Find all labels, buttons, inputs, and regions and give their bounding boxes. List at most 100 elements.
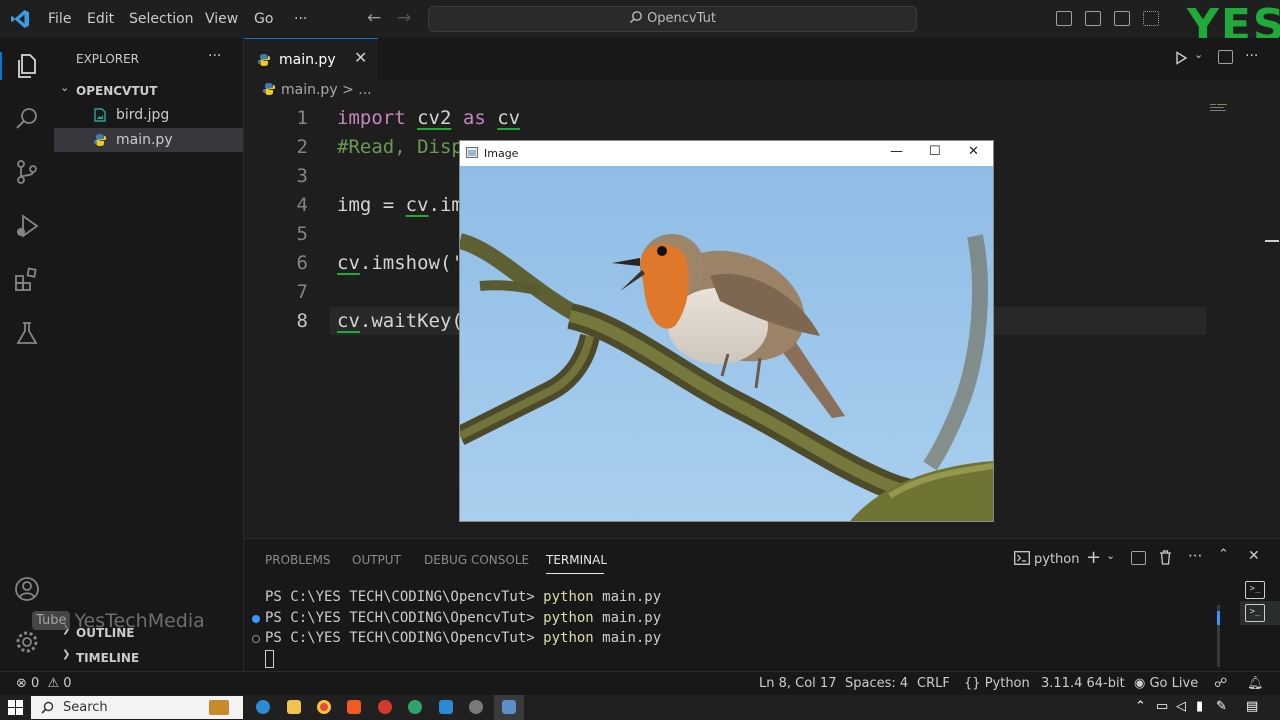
feedback-icon[interactable]: ☍ xyxy=(1214,676,1227,691)
maximize-panel-chevron-up-icon[interactable]: ⌃ xyxy=(1218,547,1229,562)
battery-icon[interactable]: ▮ xyxy=(1196,699,1203,714)
menu-view[interactable]: View xyxy=(205,11,238,27)
tab-debug-console[interactable]: DEBUG CONSOLE xyxy=(424,553,529,567)
search-icon xyxy=(41,701,54,714)
timeline-section[interactable]: ❯ TIMELINE xyxy=(54,647,243,669)
toggle-secondary-sidebar-icon[interactable] xyxy=(1114,11,1130,26)
line-number: 4 xyxy=(296,194,308,216)
menu-go[interactable]: Go xyxy=(254,11,273,27)
red-app-icon[interactable] xyxy=(378,700,392,714)
manage-gear-icon[interactable] xyxy=(13,628,41,656)
terminal-line: PS C:\YES TECH\CODING\OpencvTut> python … xyxy=(265,610,662,626)
file-main-py[interactable]: main.py xyxy=(54,128,243,152)
panel-more-actions-icon[interactable]: ··· xyxy=(1188,547,1202,565)
notification-center-icon[interactable]: ▤ xyxy=(1246,699,1258,714)
split-editor-icon[interactable] xyxy=(1218,50,1233,64)
explorer-more-actions[interactable]: ··· xyxy=(208,48,221,64)
edge-browser-icon[interactable] xyxy=(256,700,270,714)
line-number: 3 xyxy=(296,165,308,187)
tray-chevron-up-icon[interactable]: ⌃ xyxy=(1135,699,1146,714)
menu-edit[interactable]: Edit xyxy=(87,11,114,27)
line-endings[interactable]: CRLF xyxy=(917,676,950,691)
explorer-files-icon[interactable] xyxy=(13,52,41,80)
file-explorer-icon[interactable] xyxy=(287,700,301,714)
taskbar-search-text: Search xyxy=(63,700,108,715)
close-button[interactable]: ✕ xyxy=(968,144,979,159)
language-mode[interactable]: {} Python xyxy=(964,676,1030,691)
close-panel-icon[interactable]: ✕ xyxy=(1248,548,1260,564)
terminal-icon xyxy=(1014,551,1030,565)
command-decoration-success-icon[interactable] xyxy=(252,615,260,623)
editor-more-actions-icon[interactable]: ··· xyxy=(1245,48,1258,64)
file-bird-jpg[interactable]: bird.jpg xyxy=(54,103,243,127)
accounts-icon[interactable] xyxy=(13,575,41,603)
extensions-icon[interactable] xyxy=(13,265,41,293)
kill-terminal-trash-icon[interactable] xyxy=(1159,550,1172,565)
terminal-instance-python-icon[interactable]: >_ xyxy=(1245,604,1265,622)
terminal-name[interactable]: python xyxy=(1034,552,1079,567)
image-window-title: Image xyxy=(484,147,519,160)
notifications-bell-icon[interactable]: 🔔︎ xyxy=(1247,676,1264,691)
terminal-dropdown-chevron-icon[interactable]: ⌄ xyxy=(1106,549,1115,562)
command-center-search[interactable]: OpencvTut xyxy=(428,6,917,32)
opencv-image-window[interactable]: Image — ☐ ✕ xyxy=(459,140,994,522)
code-line-8[interactable]: cv.waitKey( xyxy=(337,310,463,332)
taskbar-search-box[interactable]: Search xyxy=(31,696,243,719)
search-icon[interactable] xyxy=(13,105,41,133)
menu-selection[interactable]: Selection xyxy=(129,11,194,27)
brave-browser-icon[interactable] xyxy=(347,700,361,714)
new-terminal-plus-icon[interactable]: + xyxy=(1086,547,1101,568)
menu-file[interactable]: File xyxy=(48,11,71,27)
run-python-file-icon[interactable] xyxy=(1174,51,1188,65)
back-arrow-icon[interactable]: ← xyxy=(367,8,381,28)
tab-main-py[interactable]: main.py ✕ xyxy=(244,38,378,80)
indentation[interactable]: Spaces: 4 xyxy=(845,676,908,691)
code-line-4[interactable]: img = cv.im xyxy=(337,194,463,216)
vscode-taskbar-icon[interactable] xyxy=(439,700,453,714)
settings-app-icon[interactable] xyxy=(469,700,483,714)
python-app-icon[interactable] xyxy=(502,700,516,714)
image-window-titlebar[interactable]: Image — ☐ ✕ xyxy=(460,141,993,166)
forward-arrow-icon[interactable]: → xyxy=(397,8,411,28)
run-dropdown-chevron-icon[interactable]: ⌄ xyxy=(1194,48,1203,61)
terminal-instance-pwsh-icon[interactable]: >_ xyxy=(1245,581,1265,599)
maximize-button[interactable]: ☐ xyxy=(929,144,941,159)
volume-icon[interactable]: ◁ xyxy=(1176,699,1186,714)
run-debug-icon[interactable] xyxy=(13,212,41,240)
code-line-6[interactable]: cv.imshow(' xyxy=(337,252,463,274)
code-token: as xyxy=(462,107,486,129)
menu-more[interactable]: ··· xyxy=(294,11,307,27)
minimap[interactable] xyxy=(1210,103,1230,113)
customize-layout-icon[interactable] xyxy=(1143,11,1159,26)
tab-label: main.py xyxy=(279,52,336,68)
code-line-2[interactable]: #Read, Disp xyxy=(337,136,463,158)
vscode-logo-icon[interactable] xyxy=(10,9,30,29)
folder-opencvtut[interactable]: ⌄ OPENCVTUT xyxy=(54,80,243,102)
tab-terminal[interactable]: TERMINAL xyxy=(546,553,607,567)
source-control-icon[interactable] xyxy=(13,158,41,186)
testing-flask-icon[interactable] xyxy=(13,319,41,347)
breadcrumb-file[interactable]: main.py xyxy=(281,82,338,98)
tab-output[interactable]: OUTPUT xyxy=(352,553,401,567)
command-decoration-running-icon[interactable] xyxy=(252,635,260,643)
python-interpreter[interactable]: 3.11.4 64-bit xyxy=(1041,676,1125,691)
chrome-browser-icon[interactable] xyxy=(317,700,331,714)
go-live-button[interactable]: ◉ Go Live xyxy=(1134,676,1198,691)
tab-problems[interactable]: PROBLEMS xyxy=(265,553,331,567)
pen-icon[interactable]: ✎ xyxy=(1216,699,1227,714)
split-terminal-icon[interactable] xyxy=(1131,551,1146,565)
windows-start-icon[interactable] xyxy=(8,700,23,715)
cursor-position[interactable]: Ln 8, Col 17 xyxy=(759,676,836,691)
file-name: bird.jpg xyxy=(116,107,170,123)
edge-dev-icon[interactable] xyxy=(408,700,422,714)
breadcrumb-symbol[interactable]: ... xyxy=(358,82,371,98)
problems-status[interactable]: ⊗ 0 ⚠ 0 xyxy=(16,676,72,691)
toggle-panel-icon[interactable] xyxy=(1085,11,1101,26)
tab-close-icon[interactable]: ✕ xyxy=(354,48,367,67)
terminal-scrollbar-thumb[interactable] xyxy=(1217,611,1220,625)
code-line-1[interactable]: import cv2 as cv xyxy=(337,107,520,129)
scrollbar-marker[interactable] xyxy=(1265,240,1279,242)
minimize-button[interactable]: — xyxy=(890,144,903,159)
toggle-primary-sidebar-icon[interactable] xyxy=(1056,11,1072,26)
network-icon[interactable]: ▭ xyxy=(1156,699,1168,714)
